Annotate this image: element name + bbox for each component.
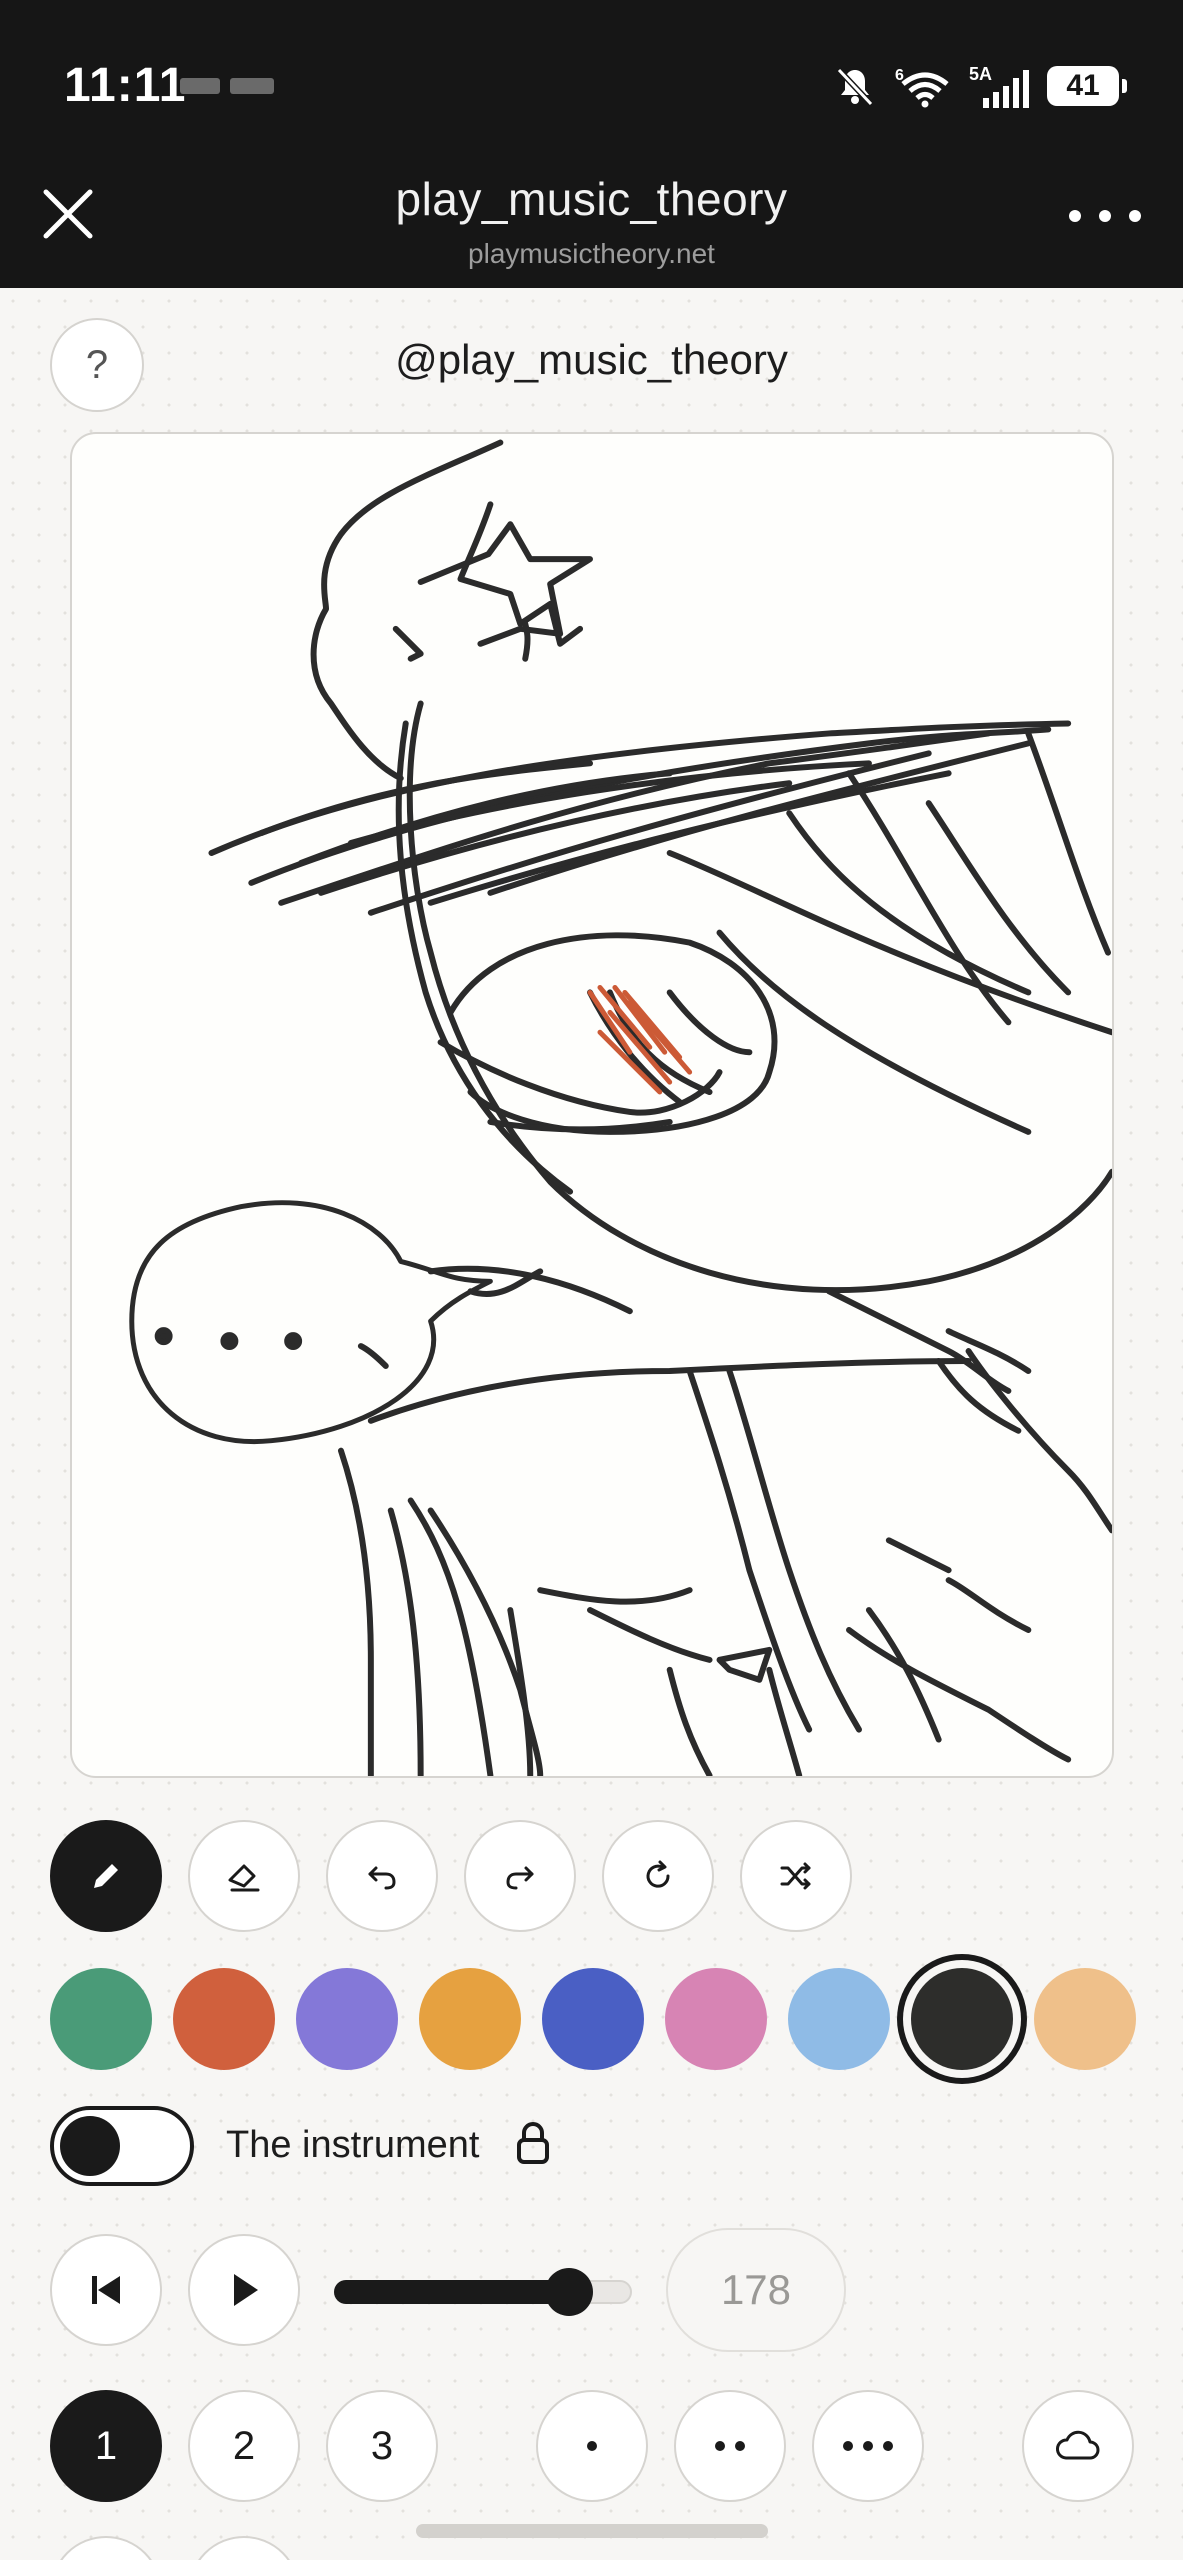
color-swatch-charcoal[interactable]: [911, 1968, 1013, 2070]
refresh-button[interactable]: [602, 1820, 714, 1932]
instrument-toggle[interactable]: [50, 2106, 194, 2186]
top-bar: 11:11 6 5A 41 play_music_theory playmusi…: [0, 0, 1183, 288]
shuffle-button[interactable]: [740, 1820, 852, 1932]
triple-dot-icon: [843, 2441, 893, 2451]
pencil-icon: [94, 1864, 118, 1888]
skip-back-icon: [92, 2276, 120, 2304]
color-swatch-lavender[interactable]: [296, 1968, 398, 2070]
more-dot-icon: [1099, 210, 1111, 222]
title-block: play_music_theory playmusictheory.net: [0, 172, 1183, 270]
status-time: 11:11: [64, 59, 187, 112]
double-dot-icon: [715, 2441, 745, 2451]
toggle-knob: [60, 2116, 120, 2176]
color-swatch-amber[interactable]: [419, 1968, 521, 2070]
color-swatch-blue[interactable]: [542, 1968, 644, 2070]
voice-3-button[interactable]: 3: [326, 2390, 438, 2502]
color-swatch-pink[interactable]: [665, 1968, 767, 2070]
tempo-value[interactable]: 178: [666, 2228, 846, 2352]
battery-indicator: 41: [1047, 66, 1127, 106]
color-swatch-orange-red[interactable]: [173, 1968, 275, 2070]
eraser-icon: [228, 1864, 260, 1892]
wifi-icon: 6: [895, 67, 949, 108]
cellular-signal-icon: 5A: [969, 64, 1029, 108]
drawing-canvas[interactable]: [70, 432, 1114, 1778]
play-button[interactable]: [188, 2234, 300, 2346]
page-domain: playmusictheory.net: [468, 238, 715, 269]
double-dot-button[interactable]: [674, 2390, 786, 2502]
refresh-icon: [646, 1860, 670, 1888]
single-dot-button[interactable]: [536, 2390, 648, 2502]
single-dot-icon: [587, 2441, 597, 2451]
slider-fill: [334, 2280, 570, 2304]
voice-2-button[interactable]: 2: [188, 2390, 300, 2502]
cloud-button[interactable]: [1022, 2390, 1134, 2502]
status-icons: 6 5A 41: [833, 58, 1127, 114]
voice-1-button[interactable]: 1: [50, 2390, 162, 2502]
cloud-icon: [1056, 2430, 1100, 2460]
account-handle: @play_music_theory: [395, 336, 788, 383]
triple-dot-button[interactable]: [812, 2390, 924, 2502]
mute-bell-icon: [836, 67, 874, 107]
redo-button[interactable]: [464, 1820, 576, 1932]
slider-thumb[interactable]: [545, 2268, 594, 2316]
sketch-drawing: [129, 439, 1112, 1776]
notification-icons: [180, 74, 290, 98]
undo-button[interactable]: [326, 1820, 438, 1932]
undo-icon: [368, 1866, 396, 1890]
redo-icon: [506, 1866, 534, 1890]
color-swatch-green[interactable]: [50, 1968, 152, 2070]
play-icon: [234, 2274, 258, 2306]
instrument-label: The instrument: [226, 2124, 480, 2166]
more-options-button[interactable]: [1069, 196, 1141, 236]
more-dot-icon: [1129, 210, 1141, 222]
home-indicator: [416, 2524, 768, 2538]
more-dot-icon: [1069, 210, 1081, 222]
tempo-slider[interactable]: [334, 2268, 632, 2316]
pencil-tool-button[interactable]: [50, 1820, 162, 1932]
skip-back-button[interactable]: [50, 2234, 162, 2346]
lock-icon: [517, 2122, 549, 2164]
color-swatch-light-blue[interactable]: [788, 1968, 890, 2070]
eraser-tool-button[interactable]: [188, 1820, 300, 1932]
page-title: play_music_theory: [395, 173, 788, 225]
color-swatch-peach[interactable]: [1034, 1968, 1136, 2070]
shuffle-icon: [780, 1862, 811, 1890]
